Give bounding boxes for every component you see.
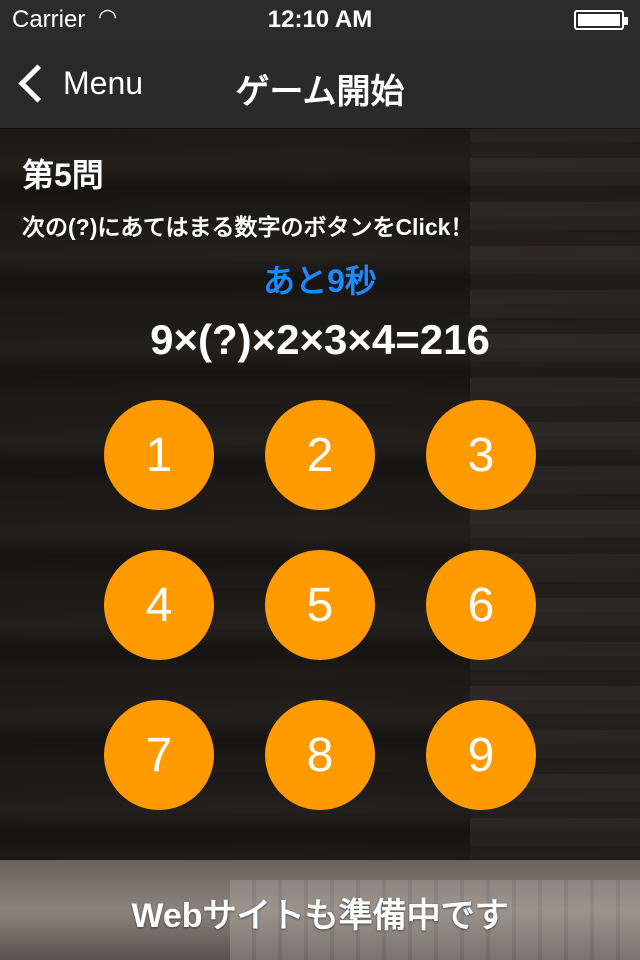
number-button-5[interactable]: 5 <box>265 550 375 660</box>
number-button-7[interactable]: 7 <box>104 700 214 810</box>
equation-text: 9×(?)×2×3×4=216 <box>150 316 490 363</box>
navigation-bar: Menu ゲーム開始 <box>0 40 640 129</box>
banner-text: Webサイトも準備中です <box>131 897 509 935</box>
number-button-2[interactable]: 2 <box>265 400 375 510</box>
page-title: ゲーム開始 <box>235 73 405 111</box>
question-number: 第5問 <box>22 157 104 193</box>
question-instruction: 次の(?)にあてはまる数字のボタンをClick！ <box>22 214 474 240</box>
status-bar: Carrier ◠ 12:10 AM <box>0 0 640 40</box>
quiz-content: 第5問 次の(?)にあてはまる数字のボタンをClick！ あと9秒 9×(?)×… <box>0 128 640 860</box>
number-button-3[interactable]: 3 <box>426 400 536 510</box>
website-banner[interactable]: Webサイトも準備中です <box>0 860 640 960</box>
battery-icon <box>574 10 628 30</box>
number-button-4[interactable]: 4 <box>104 550 214 660</box>
status-time: 12:10 AM <box>267 6 373 33</box>
number-button-6[interactable]: 6 <box>426 550 536 660</box>
countdown-timer: あと9秒 <box>263 263 377 299</box>
number-button-1[interactable]: 1 <box>104 400 214 510</box>
number-keypad: 1 2 3 4 5 6 7 8 9 <box>104 400 536 810</box>
number-button-9[interactable]: 9 <box>426 700 536 810</box>
number-button-8[interactable]: 8 <box>265 700 375 810</box>
